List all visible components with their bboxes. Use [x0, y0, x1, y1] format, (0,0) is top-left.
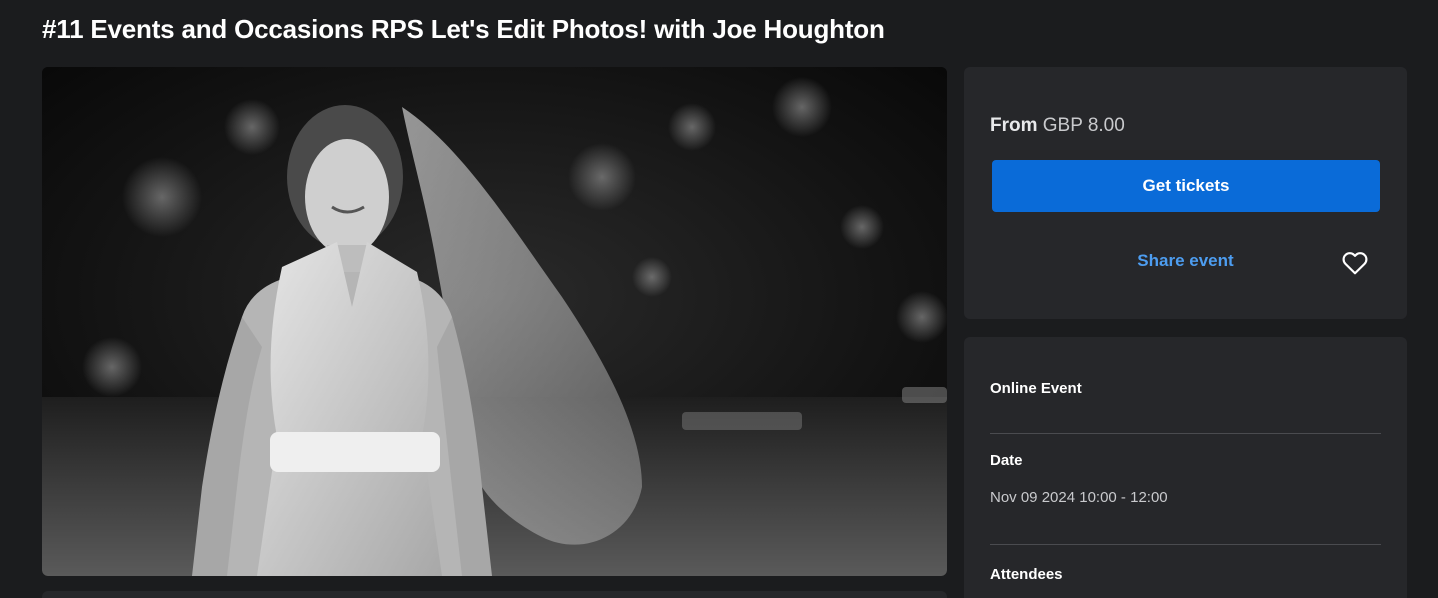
photo-bride-icon: [42, 67, 947, 576]
content-section-edge: [42, 591, 947, 598]
online-event-label: Online Event: [990, 380, 1082, 397]
price-display: From GBP 8.00: [990, 115, 1125, 137]
date-value: Nov 09 2024 10:00 - 12:00: [990, 489, 1168, 506]
get-tickets-button[interactable]: Get tickets: [992, 160, 1380, 212]
event-hero-image: [42, 67, 947, 576]
event-details-card: Online Event Date Nov 09 2024 10:00 - 12…: [964, 337, 1407, 598]
attendees-label: Attendees: [990, 566, 1063, 583]
heart-icon[interactable]: [1342, 251, 1368, 275]
price-from-label: From: [990, 115, 1038, 136]
details-divider: [990, 544, 1381, 545]
details-divider: [990, 433, 1381, 434]
share-event-link[interactable]: Share event: [964, 251, 1407, 271]
page-title: #11 Events and Occasions RPS Let's Edit …: [42, 14, 885, 44]
event-page: #11 Events and Occasions RPS Let's Edit …: [0, 0, 1438, 598]
ticket-card: From GBP 8.00 Get tickets Share event: [964, 67, 1407, 319]
date-label: Date: [990, 452, 1023, 469]
price-value: GBP 8.00: [1042, 115, 1125, 136]
